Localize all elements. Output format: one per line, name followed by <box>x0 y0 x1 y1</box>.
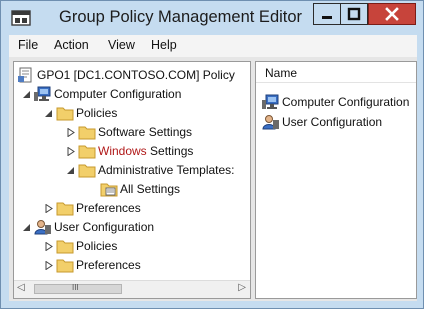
tree-label: User Configuration <box>54 220 155 234</box>
column-label: Name <box>265 66 298 80</box>
tree-item-user-preferences[interactable]: Preferences <box>45 256 249 275</box>
expand-arrow-icon[interactable] <box>67 147 75 156</box>
tree-item-gpo-root[interactable]: GPO1 [DC1.CONTOSO.COM] Policy <box>17 66 249 85</box>
tree-item-user-configuration[interactable]: User Configuration <box>23 218 249 237</box>
tree-item-computer-preferences[interactable]: Preferences <box>45 199 249 218</box>
collapse-arrow-icon[interactable] <box>67 166 75 175</box>
name-column-header[interactable]: Name <box>256 62 416 83</box>
collapse-arrow-icon[interactable] <box>45 109 53 118</box>
expand-arrow-icon[interactable] <box>45 204 53 213</box>
gpo-editor-icon <box>11 10 31 26</box>
tree-label: GPO1 [DC1.CONTOSO.COM] Policy <box>37 68 235 82</box>
title-bar[interactable]: Group Policy Management Editor <box>1 1 423 35</box>
app-window: Group Policy Management Editor File Acti… <box>0 0 424 309</box>
tree-label: All Settings <box>120 182 181 196</box>
collapse-arrow-icon[interactable] <box>23 90 31 99</box>
tree-label: Policies <box>76 239 118 253</box>
close-icon <box>385 7 399 21</box>
list-item-label: User Configuration <box>282 115 383 129</box>
tree-item-computer-policies[interactable]: Policies <box>45 104 249 123</box>
details-pane: Name Computer Configuration User Configu… <box>255 61 417 299</box>
tree-item-administrative-templates[interactable]: Administrative Templates: <box>67 161 249 180</box>
menu-help[interactable]: Help <box>151 38 177 52</box>
scrollbar-thumb[interactable]: III <box>34 283 122 294</box>
folder-icon <box>78 126 96 140</box>
tree-item-user-policies[interactable]: Policies <box>45 237 249 256</box>
menu-view[interactable]: View <box>108 38 135 52</box>
minimize-icon <box>322 16 332 19</box>
collapse-arrow-icon[interactable] <box>23 223 31 232</box>
folder-icon <box>78 164 96 178</box>
horizontal-scrollbar[interactable]: ◁ III ▷ <box>14 280 250 298</box>
user-configuration-icon <box>34 220 51 235</box>
minimize-button[interactable] <box>313 3 340 25</box>
tree-label: Administrative Templates: <box>98 163 235 177</box>
tree-label: Policies <box>76 106 118 120</box>
maximize-button[interactable] <box>340 3 368 25</box>
folder-icon <box>78 145 96 159</box>
tree-label: Windows Settings <box>98 144 193 158</box>
expand-arrow-icon[interactable] <box>45 242 53 251</box>
gpo-document-icon <box>18 67 32 83</box>
list-item-label: Computer Configuration <box>282 95 410 109</box>
expand-arrow-icon[interactable] <box>67 128 75 137</box>
scroll-right-icon[interactable]: ▷ <box>238 282 246 293</box>
all-settings-icon <box>100 183 118 197</box>
scroll-grip: III <box>72 283 79 292</box>
maximize-icon <box>347 7 361 21</box>
folder-icon <box>56 107 74 121</box>
menu-bar: File Action View Help <box>9 35 417 58</box>
computer-configuration-icon <box>262 94 279 109</box>
console-body: GPO1 [DC1.CONTOSO.COM] Policy Computer C… <box>9 57 417 301</box>
menu-file[interactable]: File <box>18 38 38 52</box>
close-button[interactable] <box>368 3 416 25</box>
scroll-left-icon[interactable]: ◁ <box>17 282 25 293</box>
menu-action[interactable]: Action <box>54 38 89 52</box>
user-configuration-icon <box>262 115 279 130</box>
tree-item-computer-configuration[interactable]: Computer Configuration <box>23 85 249 104</box>
window-title: Group Policy Management Editor <box>59 8 303 26</box>
computer-configuration-icon <box>34 86 51 101</box>
tree-item-all-settings[interactable]: All Settings <box>89 180 249 199</box>
tree-label: Preferences <box>76 258 141 272</box>
folder-icon <box>56 259 74 273</box>
tree-label: Computer Configuration <box>54 87 182 101</box>
tree-label-part: Settings <box>146 144 194 158</box>
tree-item-windows-settings[interactable]: Windows Settings <box>67 142 249 161</box>
expand-arrow-icon[interactable] <box>45 261 53 270</box>
tree-label: Software Settings <box>98 125 193 139</box>
tree-label: Preferences <box>76 201 141 215</box>
folder-icon <box>56 240 74 254</box>
tree-pane: GPO1 [DC1.CONTOSO.COM] Policy Computer C… <box>13 61 251 299</box>
tree-item-software-settings[interactable]: Software Settings <box>67 123 249 142</box>
folder-icon <box>56 202 74 216</box>
tree-label-part: Windows <box>98 144 147 158</box>
